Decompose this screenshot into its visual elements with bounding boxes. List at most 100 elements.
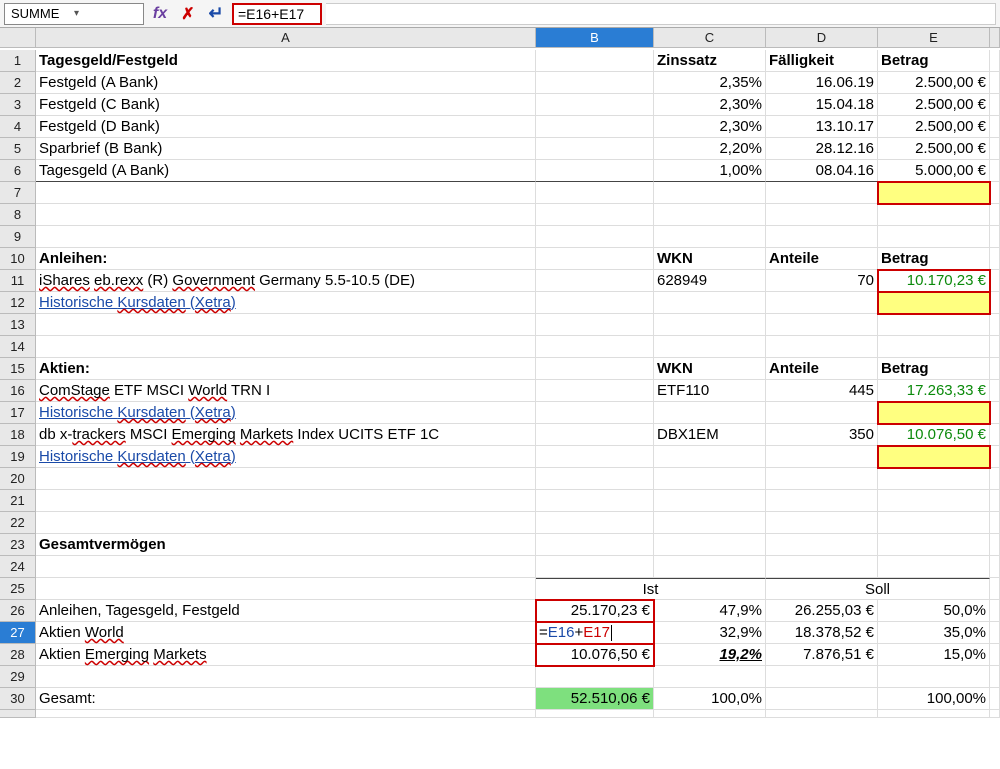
cell-A12[interactable]: Historische Kursdaten (Xetra) <box>36 292 536 314</box>
cell-E8[interactable] <box>878 204 990 226</box>
cell-A6[interactable]: Tagesgeld (A Bank) <box>36 160 536 182</box>
cell-A21[interactable] <box>36 490 536 512</box>
cell-E29[interactable] <box>878 666 990 688</box>
formula-input-rest[interactable] <box>326 3 996 25</box>
cell-C12[interactable] <box>654 292 766 314</box>
row-header-13[interactable]: 13 <box>0 314 36 336</box>
cell-E19[interactable] <box>878 446 990 468</box>
cell-E13[interactable] <box>878 314 990 336</box>
cell-B11[interactable] <box>536 270 654 292</box>
cell-D1[interactable]: Fälligkeit <box>766 50 878 72</box>
cell-E14[interactable] <box>878 336 990 358</box>
row-header-6[interactable]: 6 <box>0 160 36 182</box>
cell-C24[interactable] <box>654 556 766 578</box>
cell-D13[interactable] <box>766 314 878 336</box>
cell-C7[interactable] <box>654 182 766 204</box>
cell-B3[interactable] <box>536 94 654 116</box>
cell-C20[interactable] <box>654 468 766 490</box>
cell-D17[interactable] <box>766 402 878 424</box>
cell-E6[interactable]: 5.000,00 € <box>878 160 990 182</box>
cell-A26[interactable]: Anleihen, Tagesgeld, Festgeld <box>36 600 536 622</box>
row-header-31[interactable] <box>0 710 36 718</box>
row-header-7[interactable]: 7 <box>0 182 36 204</box>
cell-B13[interactable] <box>536 314 654 336</box>
cell-C2[interactable]: 2,35% <box>654 72 766 94</box>
cell-B24[interactable] <box>536 556 654 578</box>
cell-B4[interactable] <box>536 116 654 138</box>
cell-B16[interactable] <box>536 380 654 402</box>
cell-A15[interactable]: Aktien: <box>36 358 536 380</box>
cell-B21[interactable] <box>536 490 654 512</box>
cell-E26[interactable]: 50,0% <box>878 600 990 622</box>
cell-E12[interactable] <box>878 292 990 314</box>
cell-E5[interactable]: 2.500,00 € <box>878 138 990 160</box>
cell-E16[interactable]: 17.263,33 € <box>878 380 990 402</box>
cell-A16[interactable]: ComStage ETF MSCI World TRN I <box>36 380 536 402</box>
cell-D6[interactable]: 08.04.16 <box>766 160 878 182</box>
cell-D3[interactable]: 15.04.18 <box>766 94 878 116</box>
cell-C19[interactable] <box>654 446 766 468</box>
cell-E3[interactable]: 2.500,00 € <box>878 94 990 116</box>
cell-A13[interactable] <box>36 314 536 336</box>
cell-E23[interactable] <box>878 534 990 556</box>
cell-D8[interactable] <box>766 204 878 226</box>
row-header-12[interactable]: 12 <box>0 292 36 314</box>
cell-D25[interactable]: Soll <box>766 578 990 600</box>
cell-E20[interactable] <box>878 468 990 490</box>
cell-D27[interactable]: 18.378,52 € <box>766 622 878 644</box>
cell-A27[interactable]: Aktien World <box>36 622 536 644</box>
cell-D16[interactable]: 445 <box>766 380 878 402</box>
cell-C16[interactable]: ETF110 <box>654 380 766 402</box>
col-header-C[interactable]: C <box>654 28 766 48</box>
cell-A19[interactable]: Historische Kursdaten (Xetra) <box>36 446 536 468</box>
cell-D29[interactable] <box>766 666 878 688</box>
cell-E24[interactable] <box>878 556 990 578</box>
cell-D30[interactable] <box>766 688 878 710</box>
formula-input[interactable]: =E16+E17 <box>232 3 322 25</box>
cell-B19[interactable] <box>536 446 654 468</box>
cell-E22[interactable] <box>878 512 990 534</box>
cell-B26[interactable]: 25.170,23 € <box>536 600 654 622</box>
row-header-4[interactable]: 4 <box>0 116 36 138</box>
cell-C18[interactable]: DBX1EM <box>654 424 766 446</box>
row-header-25[interactable]: 25 <box>0 578 36 600</box>
cell-D5[interactable]: 28.12.16 <box>766 138 878 160</box>
cell-D23[interactable] <box>766 534 878 556</box>
spreadsheet-grid[interactable]: A B C D E 1Tagesgeld/FestgeldZinssatzFäl… <box>0 28 1000 732</box>
cell-B6[interactable] <box>536 160 654 182</box>
row-header-20[interactable]: 20 <box>0 468 36 490</box>
cell-E21[interactable] <box>878 490 990 512</box>
col-header-E[interactable]: E <box>878 28 990 48</box>
row-header-16[interactable]: 16 <box>0 380 36 402</box>
cell-A2[interactable]: Festgeld (A Bank) <box>36 72 536 94</box>
cell-C6[interactable]: 1,00% <box>654 160 766 182</box>
cell-C15[interactable]: WKN <box>654 358 766 380</box>
row-header-29[interactable]: 29 <box>0 666 36 688</box>
row-header-18[interactable]: 18 <box>0 424 36 446</box>
cell-A18[interactable]: db x-trackers MSCI Emerging Markets Inde… <box>36 424 536 446</box>
cell-A11[interactable]: iShares eb.rexx (R) Government Germany 5… <box>36 270 536 292</box>
cell-D19[interactable] <box>766 446 878 468</box>
cell-B15[interactable] <box>536 358 654 380</box>
cell-C29[interactable] <box>654 666 766 688</box>
cell-A7[interactable] <box>36 182 536 204</box>
cell-C4[interactable]: 2,30% <box>654 116 766 138</box>
accept-button[interactable]: ↵ <box>204 3 228 25</box>
cell-B2[interactable] <box>536 72 654 94</box>
cell-A30[interactable]: Gesamt: <box>36 688 536 710</box>
row-header-28[interactable]: 28 <box>0 644 36 666</box>
row-header-14[interactable]: 14 <box>0 336 36 358</box>
cell-D4[interactable]: 13.10.17 <box>766 116 878 138</box>
cell-E2[interactable]: 2.500,00 € <box>878 72 990 94</box>
row-header-5[interactable]: 5 <box>0 138 36 160</box>
cell-C14[interactable] <box>654 336 766 358</box>
cell-E18[interactable]: 10.076,50 € <box>878 424 990 446</box>
row-header-15[interactable]: 15 <box>0 358 36 380</box>
cell-E9[interactable] <box>878 226 990 248</box>
col-header-D[interactable]: D <box>766 28 878 48</box>
row-header-30[interactable]: 30 <box>0 688 36 710</box>
cell-A1[interactable]: Tagesgeld/Festgeld <box>36 50 536 72</box>
cell-A23[interactable]: Gesamtvermögen <box>36 534 536 556</box>
cell-B7[interactable] <box>536 182 654 204</box>
row-header-9[interactable]: 9 <box>0 226 36 248</box>
